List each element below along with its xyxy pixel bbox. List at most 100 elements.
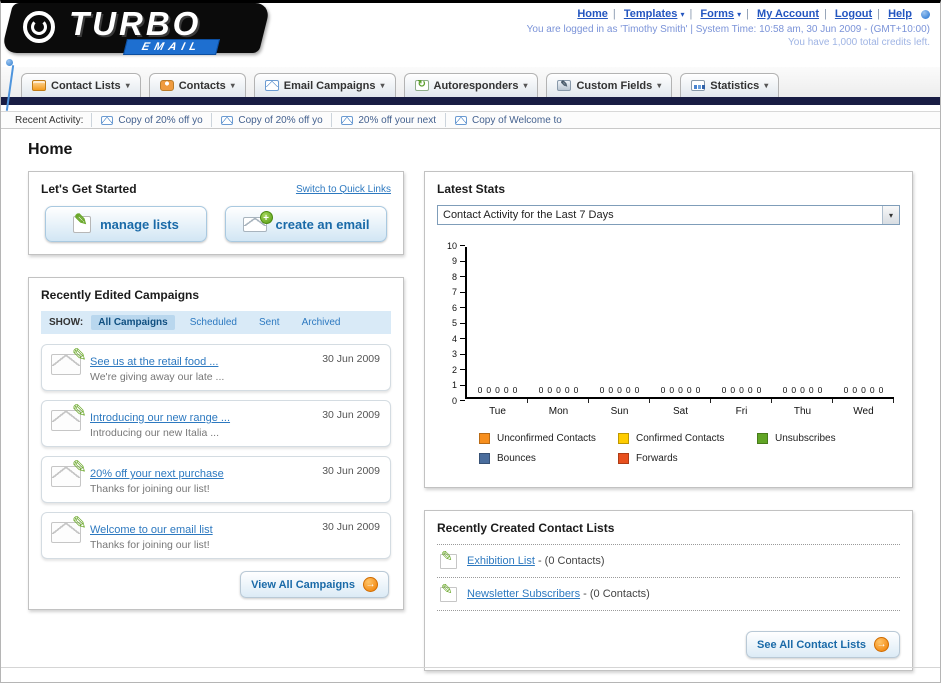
- nav-link-my-account[interactable]: My Account: [757, 8, 819, 20]
- legend-item: Confirmed Contacts: [618, 433, 757, 444]
- value-label-group: 00000: [528, 385, 589, 395]
- view-all-campaigns-label: View All Campaigns: [251, 578, 355, 591]
- y-tick-label: 3: [441, 349, 465, 359]
- campaign-title-link[interactable]: Welcome to our email list: [90, 524, 213, 536]
- tab-label: Custom Fields: [576, 79, 653, 92]
- statistics-icon: [691, 80, 706, 91]
- filter-archived[interactable]: Archived: [295, 315, 348, 330]
- value-label: 0: [512, 385, 518, 395]
- value-label: 0: [634, 385, 640, 395]
- contact-activity-chart: 10 9 8 7 6 5 4 3 2 1 0 000000000000000000000000000…: [441, 241, 894, 417]
- tab-label: Email Campaigns: [283, 79, 376, 92]
- tab-contact-lists[interactable]: Contact Lists ▾: [21, 73, 141, 97]
- legend-label: Unsubscribes: [775, 433, 836, 444]
- tab-email-campaigns[interactable]: Email Campaigns ▾: [253, 73, 396, 97]
- value-label-group: 00000: [589, 385, 650, 395]
- tab-label: Autoresponders: [433, 79, 519, 92]
- chevron-down-icon: ▾: [523, 81, 528, 90]
- value-label: 0: [686, 385, 692, 395]
- value-label: 0: [599, 385, 605, 395]
- value-label: 0: [782, 385, 788, 395]
- nav-link-help[interactable]: Help: [888, 8, 912, 20]
- manage-lists-button[interactable]: manage lists: [45, 206, 207, 242]
- tab-contacts[interactable]: Contacts ▾: [148, 73, 246, 97]
- nav-divider-bar: [1, 97, 940, 105]
- campaign-date: 30 Jun 2009: [322, 465, 380, 477]
- legend-label: Confirmed Contacts: [636, 433, 725, 444]
- stats-period-select[interactable]: Contact Activity for the Last 7 Days ▾: [437, 205, 900, 225]
- switch-quick-links-link[interactable]: Switch to Quick Links: [296, 184, 391, 195]
- value-label: 0: [660, 385, 666, 395]
- value-label: 0: [843, 385, 849, 395]
- value-label: 0: [495, 385, 500, 395]
- email-campaigns-icon: [264, 80, 279, 91]
- logo-swirl-icon: [23, 11, 55, 43]
- nav-link-logout[interactable]: Logout: [835, 8, 872, 20]
- value-label: 0: [861, 385, 866, 395]
- campaign-subtitle: Thanks for joining our list!: [90, 539, 210, 551]
- arrow-right-icon: →: [874, 637, 889, 652]
- recent-activity-label: Recent Activity:: [15, 114, 84, 126]
- envelope-icon: [221, 115, 234, 125]
- nav-link-home[interactable]: Home: [577, 8, 608, 20]
- value-label: 0: [608, 385, 614, 395]
- legend-label: Forwards: [636, 453, 678, 464]
- value-label: 0: [477, 385, 483, 395]
- nav-link-templates[interactable]: Templates: [624, 8, 678, 20]
- legend-item: Forwards: [618, 453, 757, 464]
- campaign-title-link[interactable]: 20% off your next purchase: [90, 468, 224, 480]
- live-help-bubble-icon[interactable]: [921, 9, 930, 19]
- legend-swatch: [618, 433, 629, 444]
- top-bar: TURBO EMAIL Home | Templates ▾ | Forms ▾ | …: [1, 3, 940, 111]
- custom-fields-icon: [557, 79, 572, 91]
- envelope-icon: [101, 115, 114, 125]
- contact-list-link[interactable]: Newsletter Subscribers: [467, 588, 580, 600]
- y-tick-label: 4: [441, 334, 465, 344]
- value-label: 0: [695, 385, 701, 395]
- create-email-label: create an email: [275, 216, 370, 232]
- recent-activity-item[interactable]: 20% off your next: [331, 113, 445, 127]
- envelope-icon: [455, 115, 468, 125]
- tab-custom-fields[interactable]: Custom Fields ▾: [546, 73, 673, 97]
- pencil-paper-icon: [440, 581, 457, 602]
- recent-activity-item[interactable]: Copy of 20% off yo: [211, 113, 331, 127]
- chart-groups: 00000000000000000000000000000000000: [467, 385, 894, 395]
- plot-area: 00000000000000000000000000000000000: [465, 247, 894, 399]
- campaign-title-link[interactable]: Introducing our new range ...: [90, 412, 230, 424]
- campaign-list-item: 20% off your next purchase Thanks for jo…: [41, 456, 391, 503]
- campaign-list-item: Introducing our new range ... Introducin…: [41, 400, 391, 447]
- logo-secondary-text: EMAIL: [123, 39, 221, 55]
- legend-swatch: [479, 453, 490, 464]
- filter-scheduled[interactable]: Scheduled: [183, 315, 244, 330]
- filter-sent[interactable]: Sent: [252, 315, 287, 330]
- turbo-email-logo[interactable]: TURBO EMAIL: [1, 3, 275, 57]
- legend-item: Bounces: [479, 453, 618, 464]
- value-label: 0: [538, 385, 544, 395]
- x-axis-label: Thu: [793, 406, 812, 417]
- campaign-subtitle: Introducing our new Italia ...: [90, 427, 219, 439]
- chevron-down-icon: ▾: [737, 10, 742, 19]
- main-nav: Contact Lists ▾ Contacts ▾ Email Campaig…: [1, 67, 940, 97]
- create-email-button[interactable]: + create an email: [225, 206, 387, 242]
- contact-list-link[interactable]: Exhibition List: [467, 555, 535, 567]
- see-all-contact-lists-label: See All Contact Lists: [756, 638, 866, 651]
- tab-statistics[interactable]: Statistics ▾: [680, 73, 780, 97]
- page-title: Home: [28, 141, 73, 158]
- value-label: 0: [791, 385, 797, 395]
- nav-link-forms[interactable]: Forms: [700, 8, 734, 20]
- view-all-campaigns-button[interactable]: View All Campaigns →: [240, 571, 389, 598]
- value-label: 0: [808, 385, 814, 395]
- logo-primary-text: TURBO: [69, 5, 202, 42]
- value-label: 0: [503, 385, 509, 395]
- filter-all-campaigns[interactable]: All Campaigns: [91, 315, 175, 330]
- envelope-pencil-icon: [51, 345, 87, 375]
- recent-activity-item[interactable]: Copy of Welcome to: [445, 113, 565, 127]
- recent-activity-item[interactable]: Copy of 20% off yo: [91, 113, 211, 127]
- campaign-title-link[interactable]: See us at the retail food ...: [90, 356, 218, 368]
- campaign-date: 30 Jun 2009: [322, 521, 380, 533]
- activity-text: Copy of Welcome to: [472, 114, 562, 126]
- campaign-date: 30 Jun 2009: [322, 353, 380, 365]
- arrow-right-icon: →: [363, 577, 378, 592]
- see-all-contact-lists-button[interactable]: See All Contact Lists →: [745, 631, 900, 658]
- tab-autoresponders[interactable]: Autoresponders ▾: [403, 73, 539, 97]
